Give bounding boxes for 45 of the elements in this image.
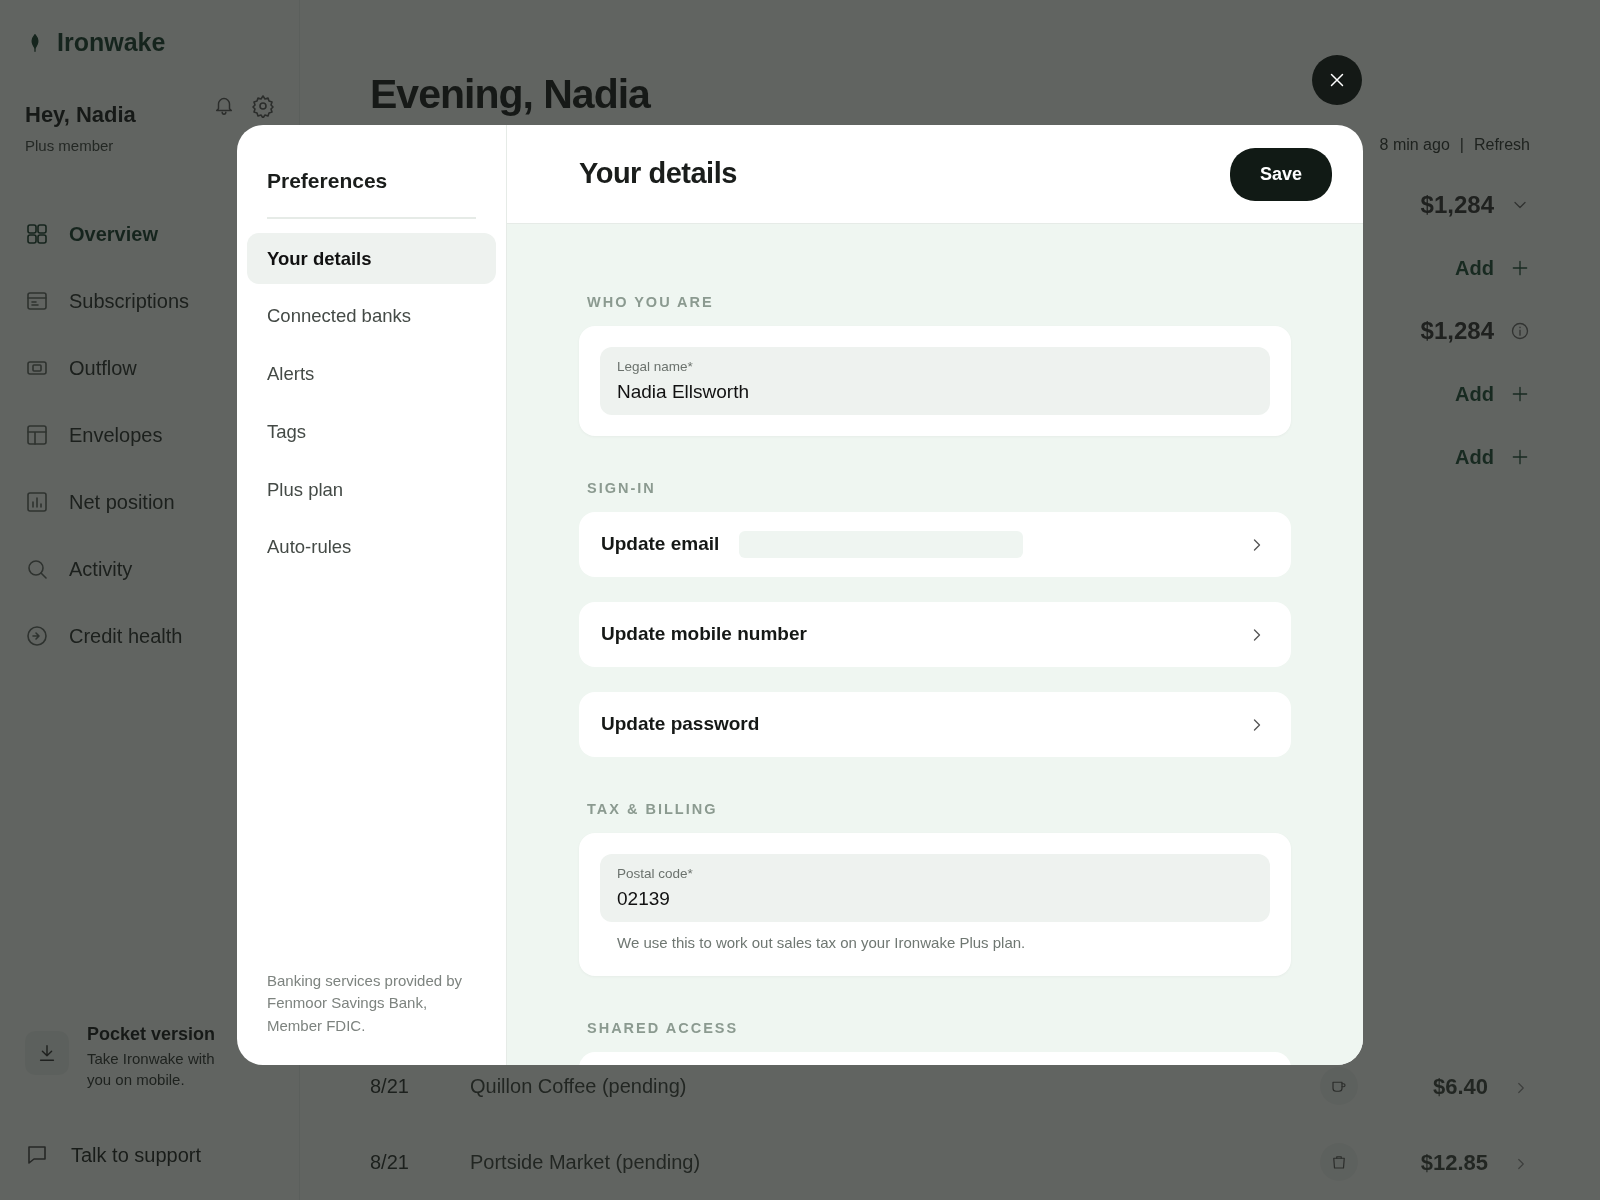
save-button[interactable]: Save <box>1229 147 1332 201</box>
page-heading: Evening, Nadia <box>370 70 650 119</box>
field-label: Legal name* <box>617 357 693 376</box>
merchant-name: Quillon Coffee (pending) <box>470 1074 688 1099</box>
section-heading: SIGN-IN <box>586 479 657 499</box>
settings-icon[interactable] <box>251 93 275 118</box>
page-title: Your details <box>579 156 737 192</box>
preferences-tab[interactable]: Connected banks <box>247 290 496 342</box>
promo-title: Pocket version <box>87 1023 217 1046</box>
close-button[interactable] <box>1312 55 1362 105</box>
preferences-title: Preferences <box>267 165 476 219</box>
amount: $1,284 <box>1420 189 1494 220</box>
help-text: We use this to work out sales tax on your Ironwake Plus plan. <box>616 933 1027 954</box>
layout-icon <box>25 422 49 447</box>
settings-row[interactable]: Update mobile number <box>579 602 1291 667</box>
settings-row[interactable]: Update email <box>579 512 1291 577</box>
merchant-name: Portside Market (pending) <box>470 1150 702 1175</box>
separator: | <box>1459 135 1464 156</box>
section-heading: SHARED ACCESS <box>586 1018 740 1038</box>
transaction-amount: $12.85 <box>1419 1148 1488 1177</box>
gauge-icon <box>25 623 49 648</box>
transaction-date: 8/21 <box>370 1074 410 1099</box>
section-heading: TAX & BILLING <box>586 800 719 819</box>
chat-icon <box>25 1143 49 1167</box>
transaction-date: 8/21 <box>370 1150 410 1175</box>
grid-icon <box>25 221 49 246</box>
transaction-amount: $6.40 <box>1431 1072 1488 1101</box>
sync-status: 8 min ago <box>1379 135 1450 156</box>
preferences-tab[interactable]: Alerts <box>247 348 496 400</box>
amount: $1,284 <box>1420 315 1494 346</box>
preferences-tab[interactable]: Your details <box>247 232 496 285</box>
section-heading: WHO YOU ARE <box>586 293 715 312</box>
membership-label: Plus member <box>25 135 115 156</box>
info-icon[interactable] <box>1510 320 1530 341</box>
footnote: Banking services provided by Fenmoor Savings Bank, Member FDIC. <box>266 970 464 1036</box>
field-label: Postal code* <box>617 864 693 883</box>
bar-chart-icon <box>25 489 49 514</box>
logo-text: Ironwake <box>57 27 166 58</box>
bag-icon <box>1330 1153 1348 1171</box>
preferences-tab[interactable]: Plus plan <box>247 463 496 516</box>
greeting: Hey, Nadia <box>25 100 136 129</box>
promo-text: Take Ironwake with you on mobile. <box>87 1049 216 1090</box>
settings-row[interactable]: Update password <box>579 692 1291 757</box>
preferences-tab[interactable]: Auto-rules <box>247 521 496 573</box>
preferences-tab[interactable]: Tags <box>247 405 496 458</box>
